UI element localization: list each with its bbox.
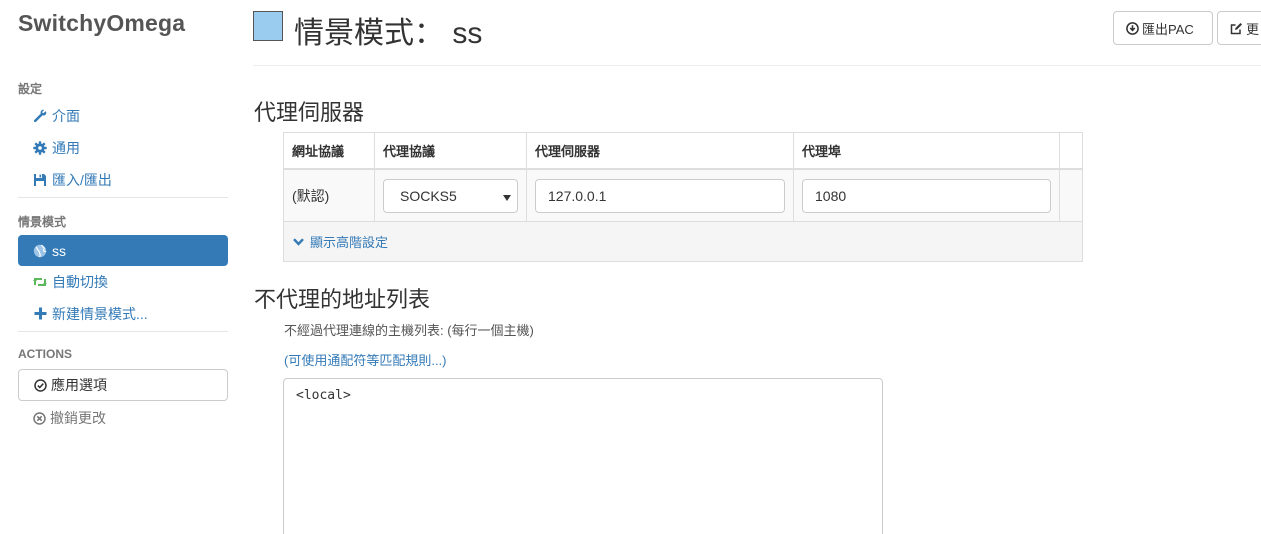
server-cell: 127.0.0.1 bbox=[527, 170, 794, 221]
proxy-table: 網址協議 代理協議 代理伺服器 代理埠 (默認) SOCKS5 127.0.0.… bbox=[283, 132, 1083, 262]
chevron-down-icon bbox=[293, 237, 304, 246]
profiles-header: 情景模式 bbox=[18, 215, 67, 229]
protocol-cell: SOCKS5 bbox=[375, 170, 527, 221]
sidebar-item-label: 匯入/匯出 bbox=[52, 171, 112, 188]
scheme-cell: (默認) bbox=[284, 170, 375, 221]
sidebar-item-label: 新建情景模式... bbox=[52, 305, 148, 322]
proxy-section-title: 代理伺服器 bbox=[254, 100, 365, 125]
page-title: 情景模式： ss bbox=[294, 17, 483, 50]
port-cell: 1080 bbox=[794, 170, 1060, 221]
app-brand[interactable]: SwitchyOmega bbox=[18, 10, 185, 37]
protocol-select-value: SOCKS5 bbox=[400, 187, 457, 204]
globe-icon bbox=[32, 243, 48, 259]
sidebar-item-label: 介面 bbox=[52, 107, 80, 124]
sidebar-item-label: 通用 bbox=[52, 139, 80, 156]
sidebar-item-label: ss bbox=[52, 242, 66, 259]
sidebar-item-import-export[interactable]: 匯入/匯出 bbox=[18, 164, 228, 195]
edit-button[interactable]: 更 bbox=[1217, 11, 1261, 45]
row-actions-cell bbox=[1060, 170, 1082, 221]
apply-options-label: 應用選項 bbox=[51, 377, 107, 393]
sidebar-item-new-profile[interactable]: 新建情景模式... bbox=[18, 298, 228, 329]
table-header-row: 網址協議 代理協議 代理伺服器 代理埠 bbox=[284, 133, 1082, 170]
retweet-icon bbox=[32, 274, 48, 290]
sidebar: SwitchyOmega 設定 介面 通用 匯入/匯出 情景模式 ss 自動切換 bbox=[0, 0, 236, 534]
export-pac-label: 匯出PAC bbox=[1142, 21, 1194, 37]
apply-options-button[interactable]: 應用選項 bbox=[18, 369, 228, 401]
actions-header: ACTIONS bbox=[18, 347, 72, 361]
wrench-icon bbox=[32, 108, 48, 124]
column-header-protocol: 代理協議 bbox=[375, 133, 527, 168]
sidebar-item-label: 自動切換 bbox=[52, 273, 108, 290]
show-advanced-label: 顯示高階設定 bbox=[310, 235, 389, 250]
header-divider bbox=[253, 65, 1261, 66]
profile-color-swatch[interactable] bbox=[253, 11, 283, 41]
edit-label: 更 bbox=[1246, 21, 1260, 37]
bypass-list-textarea[interactable]: <local> bbox=[283, 378, 883, 534]
sidebar-divider bbox=[18, 331, 228, 332]
sidebar-item-profile-ss[interactable]: ss bbox=[18, 235, 228, 266]
sidebar-item-auto-switch[interactable]: 自動切換 bbox=[18, 266, 228, 297]
gear-icon bbox=[32, 140, 48, 156]
settings-header: 設定 bbox=[18, 82, 43, 96]
discard-changes-label: 撤銷更改 bbox=[50, 410, 106, 426]
wildcard-help-link[interactable]: (可使用通配符等匹配規則...) bbox=[284, 350, 447, 369]
edit-icon bbox=[1230, 22, 1243, 35]
bypass-help-text: 不經過代理連線的主機列表: (每行一個主機) bbox=[284, 323, 534, 338]
table-row: (默認) SOCKS5 127.0.0.1 1080 bbox=[284, 170, 1082, 222]
sidebar-divider bbox=[18, 197, 228, 198]
download-circle-icon bbox=[1126, 21, 1139, 35]
times-circle-icon bbox=[33, 411, 46, 425]
proxy-port-input[interactable]: 1080 bbox=[802, 178, 1051, 213]
proxy-server-input[interactable]: 127.0.0.1 bbox=[535, 178, 785, 213]
sidebar-item-interface[interactable]: 介面 bbox=[18, 100, 228, 131]
floppy-icon bbox=[32, 172, 48, 188]
column-header-port: 代理埠 bbox=[794, 133, 1060, 168]
column-header-server: 代理伺服器 bbox=[527, 133, 794, 168]
export-pac-button[interactable]: 匯出PAC bbox=[1113, 11, 1213, 45]
protocol-select[interactable]: SOCKS5 bbox=[383, 178, 518, 213]
bypass-section-title: 不代理的地址列表 bbox=[254, 287, 431, 312]
caret-down-icon bbox=[503, 188, 511, 204]
discard-changes-button[interactable]: 撤銷更改 bbox=[18, 402, 228, 434]
column-header-scheme: 網址協議 bbox=[284, 133, 375, 168]
column-header-actions bbox=[1060, 133, 1082, 168]
sidebar-item-general[interactable]: 通用 bbox=[18, 132, 228, 163]
show-advanced-link[interactable]: 顯示高階設定 bbox=[284, 222, 1082, 261]
plus-icon bbox=[32, 306, 48, 322]
check-circle-icon bbox=[34, 378, 47, 392]
